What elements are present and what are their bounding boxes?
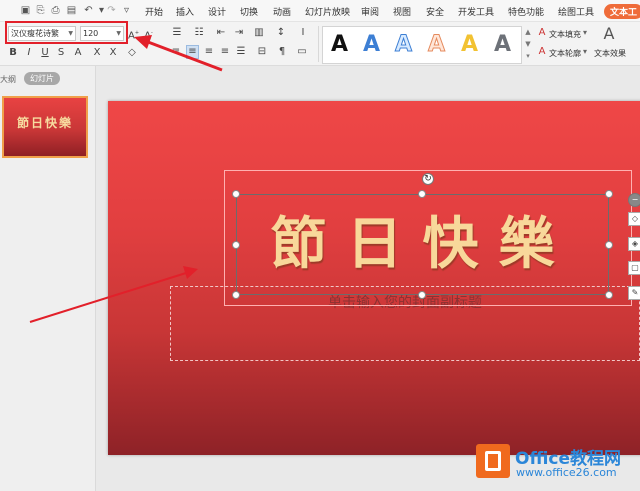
shape-fill-icon[interactable]: ◈ [628,237,640,251]
redo-icon[interactable]: ↷ [106,5,117,16]
text-fill-icon[interactable]: A [537,27,547,39]
tab-outline[interactable]: 大纲 [0,74,16,85]
text-style-blue-outline[interactable]: A [394,32,412,58]
columns-icon[interactable]: ▥ [252,27,266,39]
layout-options-icon[interactable]: − [628,193,640,207]
vertical-align-icon[interactable]: ⊟ [256,46,268,58]
justify-icon[interactable]: ≡ [219,46,231,58]
text-style-peach-outline[interactable]: A [427,32,445,58]
align-right-icon[interactable]: ≡ [203,46,215,58]
resize-handle-bottom-left[interactable] [232,291,240,299]
customize-toolbar-icon[interactable]: ▿ [121,5,132,16]
numbered-list-icon[interactable]: ☷ [192,27,206,39]
increase-indent-icon[interactable]: ⇥ [232,27,246,39]
text-outline-button[interactable]: 文本轮廓 [549,48,581,59]
tab-home[interactable]: 开始 [145,5,163,18]
subscript-icon[interactable]: X [108,47,118,59]
shape-outline-icon[interactable]: ▢ [628,261,640,275]
slide-title: 節日快樂 [270,211,575,277]
tab-insert[interactable]: 插入 [176,5,194,18]
slide-pane: 大纲 幻灯片 節日快樂 [0,66,96,491]
tab-view[interactable]: 视图 [393,5,411,18]
gallery-scroll[interactable]: ▲ ▼ ▾ [524,26,532,64]
font-settings-highlight [5,21,128,44]
tab-design[interactable]: 设计 [208,5,226,18]
print-icon[interactable]: ⎙ [50,5,61,16]
underline-icon[interactable]: U [40,47,50,59]
slide-thumbnail[interactable]: 節日快樂 [2,96,88,158]
tab-review[interactable]: 审阅 [361,5,379,18]
line-spacing-icon[interactable]: ↕ [274,27,288,39]
resize-handle-left[interactable] [232,241,240,249]
shape-style-icon[interactable]: ◇ [628,212,640,226]
tab-text-tools[interactable]: 文本工 [604,4,640,19]
tab-slideshow[interactable]: 幻灯片放映 [305,5,350,18]
decrease-indent-icon[interactable]: ⇤ [214,27,228,39]
superscript-icon[interactable]: X [92,47,102,59]
text-style-gallery[interactable]: A A A A A A [322,26,522,64]
tab-transition[interactable]: 切换 [240,5,258,18]
tab-special-features[interactable]: 特色功能 [508,5,544,18]
align-center-icon[interactable]: ≡ [186,45,199,59]
tab-animation[interactable]: 动画 [273,5,291,18]
resize-handle-bottom[interactable] [418,291,426,299]
bold-icon[interactable]: B [8,47,18,59]
text-fill-button[interactable]: 文本填充 [549,29,581,40]
tab-developer[interactable]: 开发工具 [458,5,494,18]
text-effects-icon[interactable]: A [601,25,617,43]
rotate-handle-icon[interactable]: ↻ [422,173,434,185]
strikethrough-icon[interactable]: S [56,47,66,59]
resize-handle-top-right[interactable] [605,190,613,198]
italic-icon[interactable]: I [24,47,34,59]
print-preview-icon[interactable]: ▤ [66,5,77,16]
chevron-down-icon[interactable]: ▾ [583,28,587,37]
text-style-black[interactable]: A [331,32,348,58]
resize-handle-bottom-right[interactable] [605,291,613,299]
undo-icon[interactable]: ↶ [83,5,94,16]
tab-slides[interactable]: 幻灯片 [24,72,60,85]
watermark-logo-icon [476,444,510,478]
text-effects-button[interactable]: 文本效果 [594,48,626,59]
distribute-icon[interactable]: ☰ [235,46,247,58]
increase-font-size-icon[interactable]: A+ [128,27,139,42]
tab-security[interactable]: 安全 [426,5,444,18]
decrease-font-size-icon[interactable]: A- [143,27,154,42]
text-direction-icon[interactable]: Ⅰ [296,27,310,39]
text-outline-icon[interactable]: A [537,46,547,58]
export-icon[interactable]: ⎘ [35,5,46,16]
watermark-url: www.office26.com [516,466,617,479]
chevron-down-icon[interactable]: ▾ [583,47,587,56]
text-style-gray[interactable]: A [494,32,511,58]
resize-handle-top-left[interactable] [232,190,240,198]
save-icon[interactable]: ▣ [20,5,31,16]
align-left-icon[interactable]: ≡ [170,46,182,58]
text-box-icon[interactable]: ▭ [296,46,308,58]
menu-bar: ▣ ⎘ ⎙ ▤ ↶ ▾ ↷ ▿ 开始 插入 设计 切换 动画 幻灯片放映 审阅 … [0,0,640,22]
paragraph-settings-icon[interactable]: ¶ [276,46,288,58]
editing-canvas[interactable]: 单击输入您的封面副标题 節日快樂 ↻ − ◇ ◈ ▢ ✎ [96,66,640,491]
ribbon-divider [318,26,319,62]
title-textbox[interactable]: 節日快樂 [236,194,609,295]
resize-handle-top[interactable] [418,190,426,198]
text-style-gold[interactable]: A [461,32,478,58]
text-style-blue[interactable]: A [363,32,380,58]
clear-format-icon[interactable]: ◇ [127,47,137,59]
slide[interactable]: 单击输入您的封面副标题 節日快樂 ↻ − ◇ ◈ ▢ ✎ [108,101,640,455]
resize-handle-right[interactable] [605,241,613,249]
format-painter-icon[interactable]: ✎ [628,286,640,300]
bullet-list-icon[interactable]: ☰ [170,27,184,39]
tab-drawing-tools[interactable]: 绘图工具 [558,5,594,18]
font-color-icon[interactable]: A [73,47,83,59]
thumbnail-title: 節日快樂 [16,116,73,130]
